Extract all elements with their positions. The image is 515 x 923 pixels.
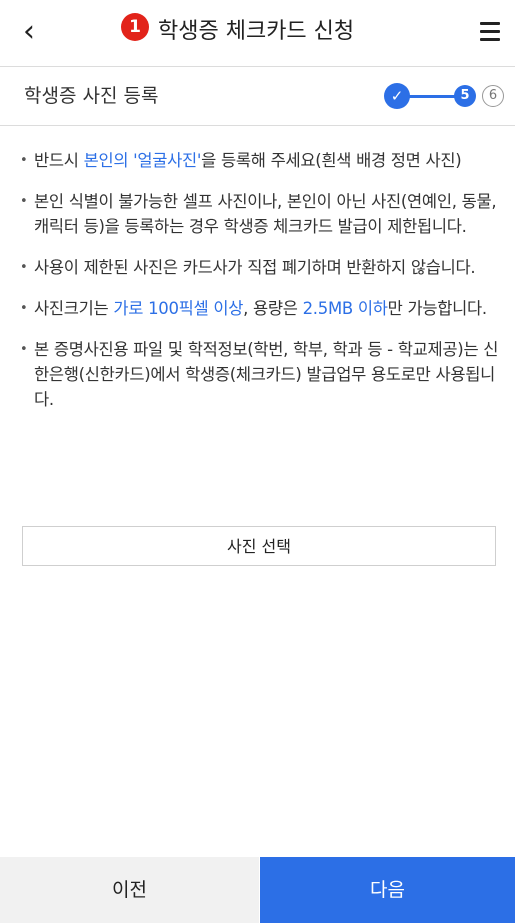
notice-item: 본인 식별이 불가능한 셀프 사진이나, 본인이 아닌 사진(연예인, 동물, … <box>20 189 500 239</box>
notice-item: 사용이 제한된 사진은 카드사가 직접 폐기하며 반환하지 않습니다. <box>20 255 500 280</box>
progress-line <box>408 95 458 98</box>
notice-list: 반드시 본인의 '얼굴사진'을 등록해 주세요(흰색 배경 정면 사진) 본인 … <box>20 148 500 428</box>
step-done-check-icon: ✓ <box>384 83 410 109</box>
select-photo-button[interactable]: 사진 선택 <box>22 526 496 566</box>
next-button[interactable]: 다음 <box>260 857 515 923</box>
prev-button[interactable]: 이전 <box>0 857 259 923</box>
notice-item: 사진크기는 가로 100픽셀 이상, 용량은 2.5MB 이하만 가능합니다. <box>20 296 500 321</box>
step-progress: ✓ 5 6 <box>384 83 504 109</box>
step-next: 6 <box>482 85 504 107</box>
back-chevron-icon[interactable]: ‹ <box>14 14 44 50</box>
notice-item: 본 증명사진용 파일 및 학적정보(학번, 학부, 학과 등 - 학교제공)는 … <box>20 337 500 412</box>
hamburger-menu-icon[interactable] <box>480 22 500 41</box>
bottom-nav: 이전 다음 <box>0 857 515 923</box>
notice-item: 반드시 본인의 '얼굴사진'을 등록해 주세요(흰색 배경 정면 사진) <box>20 148 500 173</box>
section-header: 학생증 사진 등록 ✓ 5 6 <box>0 67 515 126</box>
section-title: 학생증 사진 등록 <box>24 85 159 107</box>
step-current: 5 <box>454 85 476 107</box>
step-number-badge: 1 <box>121 13 149 41</box>
app-header: ‹ 1 학생증 체크카드 신청 <box>0 0 515 67</box>
page-title: 학생증 체크카드 신청 <box>158 19 355 44</box>
